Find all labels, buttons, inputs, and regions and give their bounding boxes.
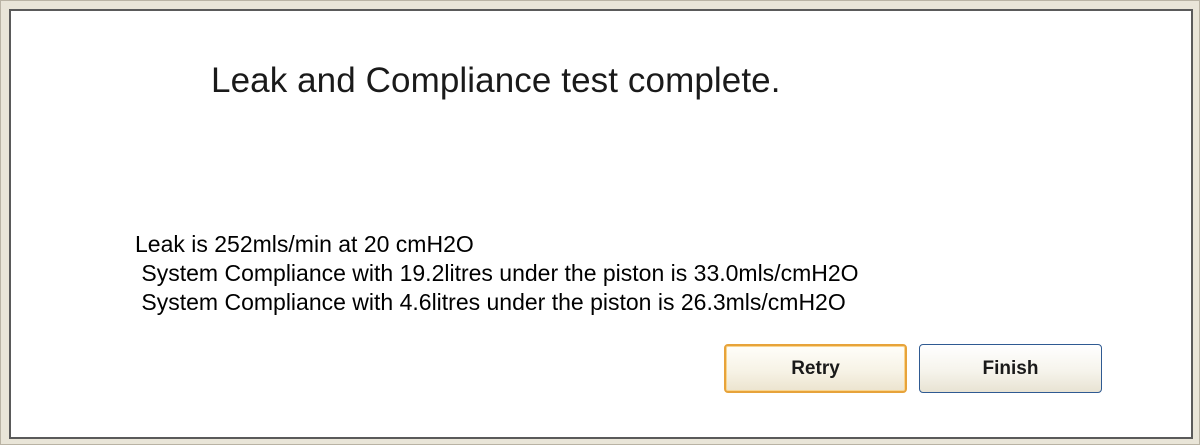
leak-result: Leak is 252mls/min at 20 cmH2O [135, 231, 474, 257]
test-complete-heading: Leak and Compliance test complete. [211, 61, 781, 100]
compliance-result-small-volume: System Compliance with 4.6litres under t… [135, 289, 846, 315]
compliance-result-large-volume: System Compliance with 19.2litres under … [135, 260, 859, 286]
retry-button[interactable]: Retry [724, 344, 907, 393]
dialog-window: Leak and Compliance test complete. Leak … [0, 0, 1200, 445]
result-panel: Leak and Compliance test complete. Leak … [9, 9, 1193, 439]
test-results: Leak is 252mls/min at 20 cmH2O System Co… [135, 230, 859, 317]
finish-button[interactable]: Finish [919, 344, 1102, 393]
